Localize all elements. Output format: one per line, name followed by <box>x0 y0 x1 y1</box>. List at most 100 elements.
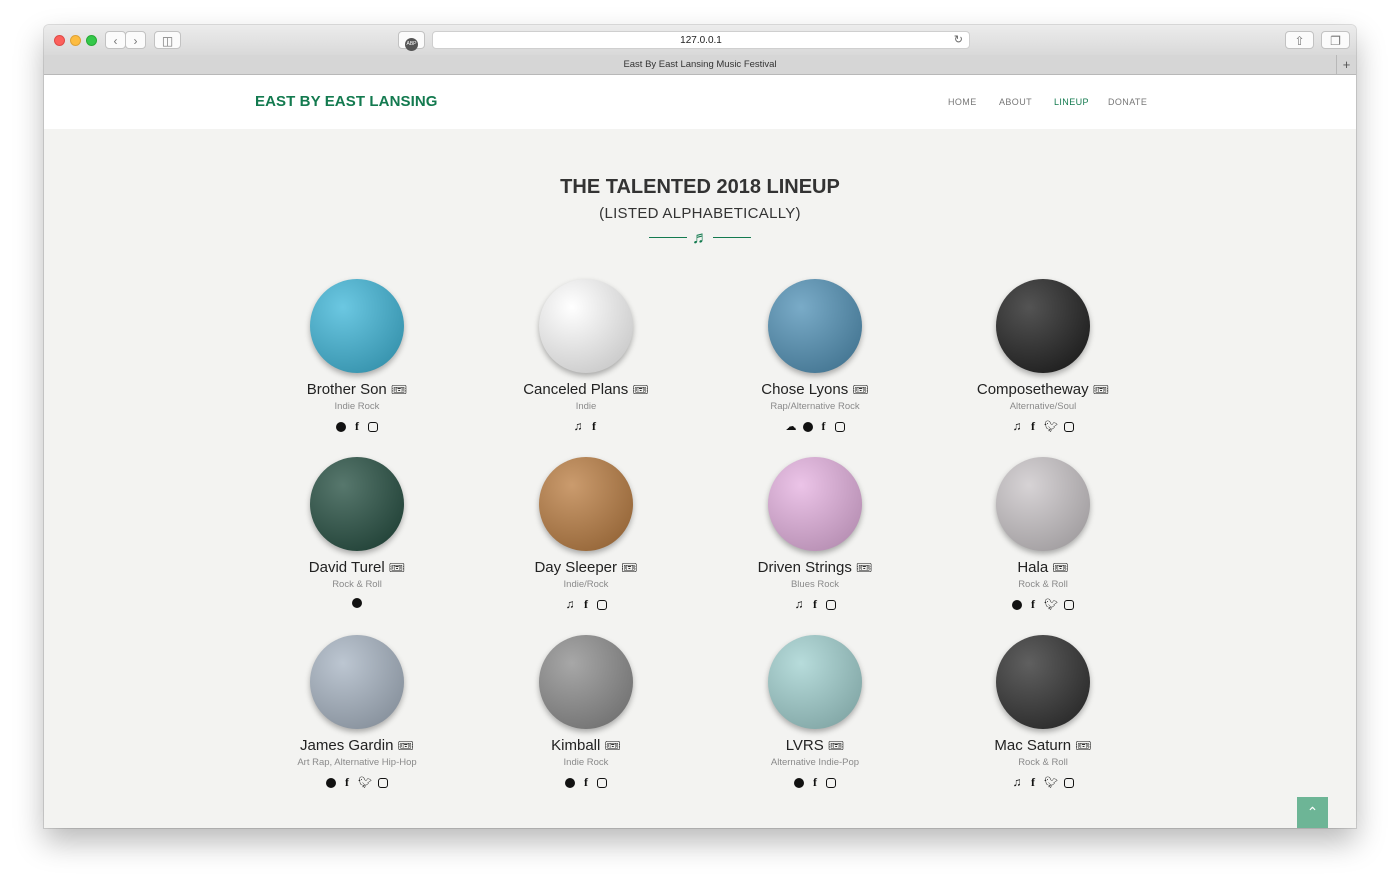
close-window-button[interactable] <box>54 35 65 46</box>
artist-name[interactable]: Mac Saturn <box>994 737 1071 754</box>
twitter-icon[interactable]: 🐦︎ <box>358 776 372 789</box>
artist-name[interactable]: Driven Strings <box>758 559 852 576</box>
ticket-icon[interactable]: 🎟︎ <box>1093 382 1110 397</box>
ticket-icon[interactable]: 🎟︎ <box>1052 560 1069 575</box>
facebook-icon[interactable]: f <box>1028 775 1038 790</box>
facebook-icon[interactable]: f <box>1028 597 1038 612</box>
artist-photo[interactable] <box>310 457 404 551</box>
zoom-window-button[interactable] <box>86 35 97 46</box>
artist-name[interactable]: Composetheway <box>977 381 1089 398</box>
bandcamp-icon[interactable] <box>794 778 804 789</box>
music-note-icon[interactable]: ♫ <box>794 597 804 611</box>
twitter-icon[interactable]: 🐦︎ <box>1044 420 1058 433</box>
soundcloud-icon[interactable]: ☁ <box>786 420 797 433</box>
facebook-icon[interactable]: f <box>581 597 591 612</box>
bandcamp-icon[interactable] <box>352 598 362 609</box>
ticket-icon[interactable]: 🎟︎ <box>604 738 621 753</box>
new-tab-button[interactable]: + <box>1336 55 1356 74</box>
artist-name[interactable]: Kimball <box>551 737 600 754</box>
bandcamp-icon[interactable] <box>1012 600 1023 611</box>
instagram-icon[interactable] <box>834 422 845 433</box>
artist-photo[interactable] <box>539 635 633 729</box>
bandcamp-icon[interactable] <box>326 778 337 789</box>
artist-name-row: Composetheway 🎟︎ <box>943 381 1143 398</box>
nav-donate-link[interactable]: DONATE <box>1108 97 1147 107</box>
artist-photo[interactable] <box>996 279 1090 373</box>
minimize-window-button[interactable] <box>70 35 81 46</box>
nav-lineup-link[interactable]: LINEUP <box>1054 97 1089 107</box>
artist-photo[interactable] <box>768 457 862 551</box>
artist-photo[interactable] <box>539 279 633 373</box>
artist-name[interactable]: LVRS <box>786 737 824 754</box>
facebook-icon[interactable]: f <box>810 597 820 612</box>
music-note-icon[interactable]: ♫ <box>1012 775 1022 789</box>
ticket-icon[interactable]: 🎟︎ <box>621 560 638 575</box>
music-note-icon[interactable]: ♫ <box>1012 419 1022 433</box>
spotify-icon[interactable] <box>336 422 346 433</box>
artist-card: Hala 🎟︎ Rock & Roll f 🐦︎ <box>943 457 1143 612</box>
ticket-icon[interactable]: 🎟︎ <box>391 382 408 397</box>
facebook-icon[interactable]: f <box>810 775 820 790</box>
music-note-icon: ♬ <box>692 228 709 247</box>
instagram-icon[interactable] <box>1063 778 1074 789</box>
nav-home-link[interactable]: HOME <box>948 97 977 107</box>
back-button[interactable]: ‹ <box>105 31 126 49</box>
artist-name[interactable]: David Turel <box>309 559 385 576</box>
instagram-icon[interactable] <box>377 778 388 789</box>
forward-button[interactable]: › <box>125 31 146 49</box>
ticket-icon[interactable]: 🎟︎ <box>852 382 869 397</box>
artist-photo[interactable] <box>768 279 862 373</box>
artist-card: James Gardin 🎟︎ Art Rap, Alternative Hip-H… <box>257 635 457 790</box>
sidebar-toggle-button[interactable]: ◫ <box>154 31 181 49</box>
site-logo[interactable]: EAST BY EAST LANSING <box>255 93 438 110</box>
share-button[interactable]: ⇧ <box>1285 31 1314 49</box>
artist-name[interactable]: Brother Son <box>307 381 387 398</box>
adblock-button[interactable]: ABP <box>398 31 425 51</box>
artist-photo[interactable] <box>539 457 633 551</box>
spotify-icon[interactable] <box>802 422 813 433</box>
artist-name[interactable]: Canceled Plans <box>523 381 628 398</box>
artist-card: LVRS 🎟︎ Alternative Indie-Pop f <box>715 635 915 790</box>
instagram-icon[interactable] <box>1063 600 1074 611</box>
instagram-icon[interactable] <box>597 600 607 611</box>
ticket-icon[interactable]: 🎟︎ <box>632 382 649 397</box>
artist-photo[interactable] <box>996 635 1090 729</box>
nav-about-link[interactable]: ABOUT <box>999 97 1032 107</box>
artist-name-row: James Gardin 🎟︎ <box>257 737 457 754</box>
spotify-icon[interactable] <box>565 778 575 789</box>
ticket-icon[interactable]: 🎟︎ <box>389 560 406 575</box>
artist-name[interactable]: Hala <box>1017 559 1048 576</box>
artist-name[interactable]: Chose Lyons <box>761 381 848 398</box>
scroll-to-top-button[interactable]: ⌃ <box>1297 797 1328 828</box>
artist-name[interactable]: Day Sleeper <box>534 559 617 576</box>
instagram-icon[interactable] <box>826 778 836 789</box>
facebook-icon[interactable]: f <box>342 775 352 790</box>
artist-photo[interactable] <box>768 635 862 729</box>
facebook-icon[interactable]: f <box>589 419 599 434</box>
instagram-icon[interactable] <box>597 778 607 789</box>
address-bar[interactable]: 127.0.0.1 ↻ <box>432 31 970 49</box>
twitter-icon[interactable]: 🐦︎ <box>1044 776 1058 789</box>
facebook-icon[interactable]: f <box>819 419 829 434</box>
reload-icon[interactable]: ↻ <box>954 32 963 49</box>
music-note-icon[interactable]: ♫ <box>573 419 583 433</box>
instagram-icon[interactable] <box>1063 422 1074 433</box>
artist-name[interactable]: James Gardin <box>300 737 393 754</box>
facebook-icon[interactable]: f <box>581 775 591 790</box>
instagram-icon[interactable] <box>826 600 836 611</box>
artist-photo[interactable] <box>310 635 404 729</box>
instagram-icon[interactable] <box>368 422 378 433</box>
facebook-icon[interactable]: f <box>1028 419 1038 434</box>
ticket-icon[interactable]: 🎟︎ <box>1075 738 1092 753</box>
artist-photo[interactable] <box>996 457 1090 551</box>
music-note-icon[interactable]: ♫ <box>565 597 575 611</box>
active-tab-title[interactable]: East By East Lansing Music Festival <box>623 59 776 70</box>
artist-photo[interactable] <box>310 279 404 373</box>
facebook-icon[interactable]: f <box>352 419 362 434</box>
artist-name-row: Canceled Plans 🎟︎ <box>486 381 686 398</box>
ticket-icon[interactable]: 🎟︎ <box>397 738 414 753</box>
tabs-overview-button[interactable]: ❐ <box>1321 31 1350 49</box>
twitter-icon[interactable]: 🐦︎ <box>1044 598 1058 611</box>
ticket-icon[interactable]: 🎟︎ <box>856 560 873 575</box>
ticket-icon[interactable]: 🎟︎ <box>828 738 845 753</box>
